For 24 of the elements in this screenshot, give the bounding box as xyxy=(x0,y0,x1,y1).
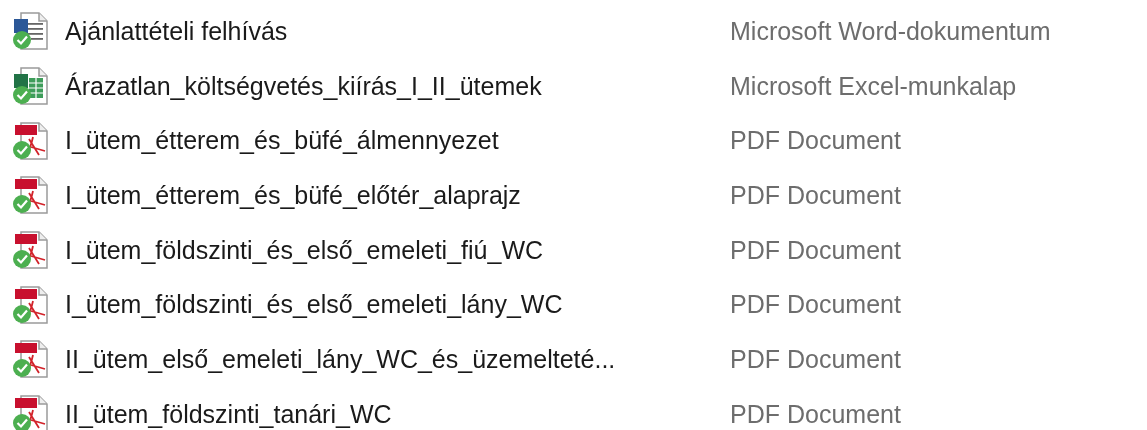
pdf-file-icon xyxy=(11,339,51,380)
pdf-file-icon xyxy=(11,284,51,325)
file-name[interactable]: I_ütem_földszinti_és_első_emeleti_fiú_WC xyxy=(65,235,730,265)
pdf-file-icon xyxy=(11,394,51,430)
file-type: PDF Document xyxy=(730,126,901,156)
file-type: Microsoft Word-dokumentum xyxy=(730,16,1051,46)
pdf-file-icon xyxy=(11,120,51,161)
word-file-icon xyxy=(11,11,51,52)
file-type: PDF Document xyxy=(730,235,901,265)
file-name[interactable]: II_ütem_földszinti_tanári_WC xyxy=(65,399,730,429)
file-type: PDF Document xyxy=(730,180,901,210)
file-type: PDF Document xyxy=(730,290,901,320)
file-name[interactable]: II_ütem_első_emeleti_lány_WC_és_üzemelteté... xyxy=(65,344,730,374)
file-name[interactable]: Ajánlattételi felhívás xyxy=(65,16,730,46)
spreadsheet-file-icon xyxy=(11,66,51,107)
file-name[interactable]: I_ütem_földszinti_és_első_emeleti_lány_WC xyxy=(65,290,730,320)
file-type: PDF Document xyxy=(730,399,901,429)
pdf-file-icon xyxy=(11,230,51,271)
file-name[interactable]: I_ütem_étterem_és_büfé_álmennyezet xyxy=(65,126,730,156)
file-name[interactable]: Árazatlan_költségvetés_kiírás_I_II_ütemek xyxy=(65,71,730,101)
file-type: PDF Document xyxy=(730,344,901,374)
file-name[interactable]: I_ütem_étterem_és_büfé_előtér_alaprajz xyxy=(65,180,730,210)
file-type: Microsoft Excel-munkalap xyxy=(730,71,1017,101)
pdf-file-icon xyxy=(11,175,51,216)
